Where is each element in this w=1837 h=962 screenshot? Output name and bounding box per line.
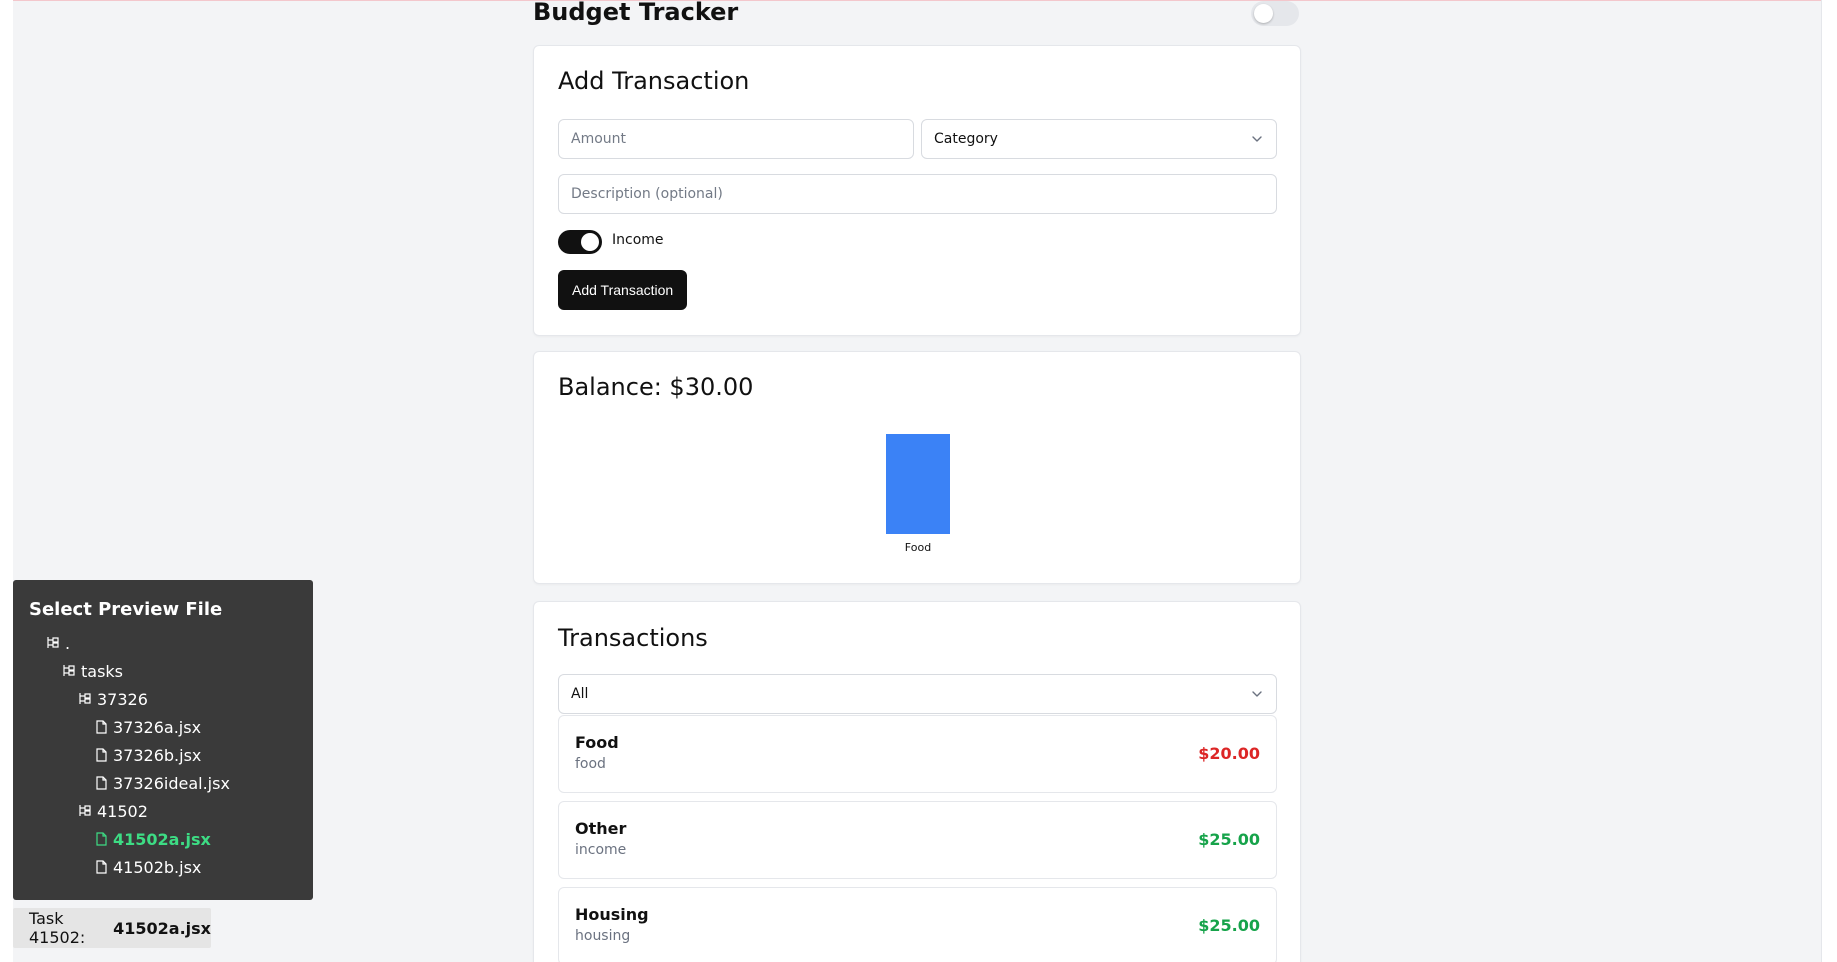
transactions-title: Transactions [558,624,708,652]
transaction-category: Food [575,733,619,752]
chart-bar-food [886,434,950,534]
income-label: Income [612,232,664,248]
tree-label: 37326a.jsx [113,717,202,737]
file-icon [96,832,107,846]
tree-file-41502b[interactable]: 41502b.jsx [93,856,201,878]
tree-file-37326ideal[interactable]: 37326ideal.jsx [93,772,230,794]
transaction-filter-value: All [571,686,589,702]
folder-tree-icon [79,805,91,816]
amount-input[interactable] [571,131,901,147]
tree-folder-tasks[interactable]: tasks [61,660,123,682]
tree-label: 41502a.jsx [113,829,211,849]
tree-folder-41502[interactable]: 41502 [77,800,148,822]
tree-file-41502a[interactable]: 41502a.jsx [93,828,211,850]
transactions-card: Transactions All Food food $20.00 Other … [533,601,1301,962]
tree-label: 37326 [97,689,148,709]
balance-label: Balance: $30.00 [558,373,754,401]
transaction-category: Other [575,819,627,838]
file-icon [96,776,107,790]
tree-label: 37326ideal.jsx [113,773,230,793]
tree-label: 37326b.jsx [113,745,202,765]
category-bar-chart: Food [886,434,950,552]
transaction-item: Other income $25.00 [558,801,1277,879]
app-header: Budget Tracker [533,0,1301,26]
tree-file-37326a[interactable]: 37326a.jsx [93,716,201,738]
tree-file-37326b[interactable]: 37326b.jsx [93,744,201,766]
tree-label: . [65,633,71,653]
theme-toggle[interactable] [1251,0,1299,26]
tree-label: 41502 [97,801,148,821]
add-transaction-card: Add Transaction Category Income Add Tran… [533,45,1301,336]
task-badge-file: 41502a.jsx [113,918,211,938]
amount-input-wrapper [558,119,914,159]
folder-tree-icon [63,665,75,676]
tree-folder-root[interactable]: . [45,632,70,654]
transaction-description: food [575,756,606,772]
description-input[interactable] [571,186,1264,202]
preview-file-panel-title: Select Preview File [29,599,223,620]
add-transaction-title: Add Transaction [558,67,750,95]
income-toggle[interactable] [558,230,602,254]
transaction-item: Housing housing $25.00 [558,887,1277,962]
file-icon [96,720,107,734]
transaction-amount: $25.00 [1198,916,1260,935]
tree-folder-37326[interactable]: 37326 [77,688,148,710]
tree-label: tasks [81,661,124,681]
file-icon [96,748,107,762]
transaction-amount: $25.00 [1198,830,1260,849]
description-input-wrapper [558,174,1277,214]
task-badge-prefix: Task 41502: [29,909,86,947]
chevron-down-icon [1252,691,1262,697]
transaction-category: Housing [575,905,649,924]
transaction-item: Food food $20.00 [558,715,1277,793]
app-title: Budget Tracker [533,0,739,26]
category-select[interactable]: Category [921,119,1277,159]
balance-card: Balance: $30.00 Food [533,351,1301,584]
folder-tree-icon [47,637,59,648]
transaction-description: housing [575,928,631,944]
income-toggle-knob [581,233,599,251]
task-badge: Task 41502: 41502a.jsx [13,908,211,948]
folder-tree-icon [79,693,91,704]
chevron-down-icon [1252,136,1262,142]
vertical-scrollbar[interactable] [1821,0,1837,962]
chart-category-label: Food [905,541,931,552]
transaction-filter-select[interactable]: All [558,674,1277,714]
add-transaction-button[interactable]: Add Transaction [558,270,688,310]
tree-label: 41502b.jsx [113,857,202,877]
transaction-amount: $20.00 [1198,744,1260,763]
preview-file-panel: Select Preview File . tasks 37326 37326a… [13,580,313,900]
transaction-description: income [575,842,627,858]
category-select-value: Category [934,131,998,147]
theme-toggle-knob [1254,3,1273,23]
file-icon [96,860,107,874]
